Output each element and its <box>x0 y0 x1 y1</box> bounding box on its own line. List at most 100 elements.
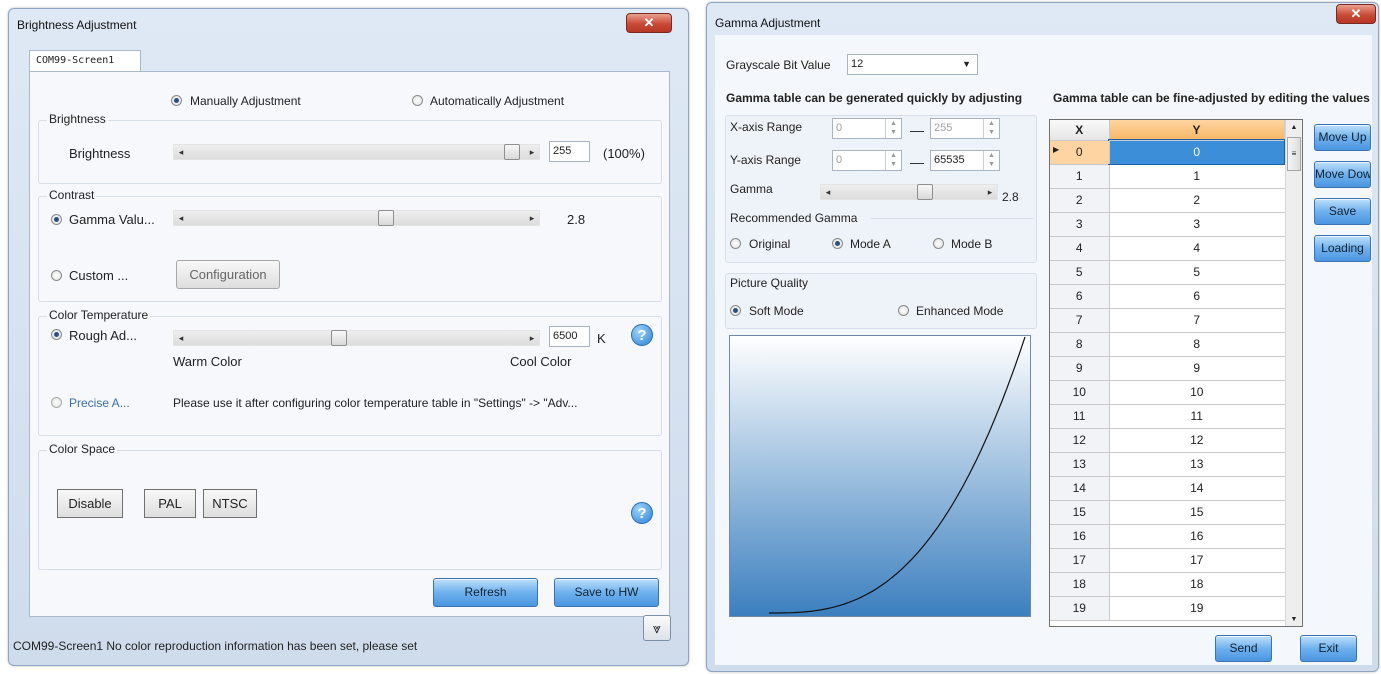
table-row[interactable]: ▶ 0 0 <box>1050 139 1302 165</box>
y-max-spinbox[interactable]: 65535 ▲ ▼ <box>930 150 1000 171</box>
x-cell[interactable]: 6 <box>1050 284 1110 309</box>
table-row[interactable]: 22 <box>1050 188 1302 213</box>
table-row[interactable]: 66 <box>1050 284 1302 309</box>
brightness-slider[interactable]: ◂ ▸ <box>173 144 540 160</box>
slider-left-arrow-icon[interactable]: ◂ <box>175 145 187 159</box>
table-row[interactable]: 99 <box>1050 356 1302 381</box>
table-vertical-scrollbar[interactable]: ▲ ≡ ▼ <box>1285 120 1302 626</box>
precise-adjustment-radio[interactable] <box>51 397 62 408</box>
y-cell[interactable]: 13 <box>1109 452 1284 477</box>
x-cell[interactable]: ▶ 0 <box>1050 140 1110 165</box>
y-cell[interactable]: 1 <box>1109 164 1284 189</box>
x-min-spinbox[interactable]: 0 ▲ ▼ <box>832 118 902 139</box>
gamma-slider-thumb[interactable] <box>378 210 394 226</box>
x-cell[interactable]: 13 <box>1050 452 1110 477</box>
slider-right-arrow-icon[interactable]: ▸ <box>526 211 538 225</box>
y-cell[interactable]: 0 <box>1108 139 1285 165</box>
scroll-down-arrow-icon[interactable]: ▼ <box>1286 612 1302 626</box>
custom-radio[interactable] <box>51 270 62 281</box>
y-cell[interactable]: 19 <box>1109 596 1284 621</box>
table-row[interactable]: 44 <box>1050 236 1302 261</box>
ntsc-button[interactable]: NTSC <box>203 489 257 518</box>
configuration-button[interactable]: Configuration <box>176 260 280 289</box>
y-cell[interactable]: 12 <box>1109 428 1284 453</box>
y-cell[interactable]: 11 <box>1109 404 1284 429</box>
x-cell[interactable]: 1 <box>1050 164 1110 189</box>
exit-button[interactable]: Exit <box>1300 635 1357 662</box>
y-cell[interactable]: 17 <box>1109 548 1284 573</box>
x-cell[interactable]: 19 <box>1050 596 1110 621</box>
x-cell[interactable]: 17 <box>1050 548 1110 573</box>
slider-right-arrow-icon[interactable]: ▸ <box>526 331 538 345</box>
y-cell[interactable]: 18 <box>1109 572 1284 597</box>
x-cell[interactable]: 12 <box>1050 428 1110 453</box>
x-cell[interactable]: 8 <box>1050 332 1110 357</box>
slider-left-arrow-icon[interactable]: ◂ <box>175 331 187 345</box>
scroll-up-arrow-icon[interactable]: ▲ <box>1286 120 1302 136</box>
table-row[interactable]: 18 18 <box>1050 572 1302 597</box>
enhanced-mode-radio[interactable] <box>898 305 909 316</box>
grayscale-bit-select[interactable]: 12 ▼ <box>847 54 978 75</box>
table-row[interactable]: 55 <box>1050 260 1302 285</box>
automatic-adjustment-radio[interactable] <box>412 95 423 106</box>
send-button[interactable]: Send <box>1215 635 1272 662</box>
x-cell[interactable]: 15 <box>1050 500 1110 525</box>
table-row[interactable]: 12 12 <box>1050 428 1302 453</box>
y-cell[interactable]: 16 <box>1109 524 1284 549</box>
color-temperature-input[interactable]: 6500 <box>549 326 590 347</box>
x-cell[interactable]: 16 <box>1050 524 1110 549</box>
column-header-y[interactable]: Y <box>1109 120 1285 141</box>
table-row[interactable]: 14 14 <box>1050 476 1302 501</box>
table-row[interactable]: 17 17 <box>1050 548 1302 573</box>
brightness-slider-thumb[interactable] <box>504 144 520 160</box>
table-row[interactable]: 15 15 <box>1050 500 1302 525</box>
x-cell[interactable]: 10 <box>1050 380 1110 405</box>
help-icon[interactable]: ? <box>631 502 653 524</box>
y-cell[interactable]: 10 <box>1109 380 1284 405</box>
expand-button[interactable]: ⩔ <box>643 615 671 641</box>
table-row[interactable]: 19 19 <box>1050 596 1302 621</box>
table-row[interactable]: 16 16 <box>1050 524 1302 549</box>
table-row[interactable]: 13 13 <box>1050 452 1302 477</box>
y-cell[interactable]: 14 <box>1109 476 1284 501</box>
x-cell[interactable]: 9 <box>1050 356 1110 381</box>
gamma-slider[interactable]: ◂ ▸ <box>173 210 540 226</box>
mode-a-radio[interactable] <box>832 238 843 249</box>
help-icon[interactable]: ? <box>631 324 653 346</box>
save-to-hw-button[interactable]: Save to HW <box>554 578 659 607</box>
move-up-button[interactable]: Move Up <box>1314 124 1371 151</box>
move-down-button[interactable]: Move Dowr <box>1314 161 1371 188</box>
y-cell[interactable]: 2 <box>1109 188 1284 213</box>
slider-right-arrow-icon[interactable]: ▸ <box>526 145 538 159</box>
pal-button[interactable]: PAL <box>144 489 196 518</box>
gamma-value-radio[interactable] <box>51 214 62 225</box>
y-cell[interactable]: 5 <box>1109 260 1284 285</box>
soft-mode-radio[interactable] <box>730 305 741 316</box>
y-cell[interactable]: 8 <box>1109 332 1284 357</box>
gamma-slider[interactable]: ◂ ▸ <box>820 184 998 200</box>
refresh-button[interactable]: Refresh <box>433 578 538 607</box>
disable-button[interactable]: Disable <box>57 489 123 518</box>
save-button[interactable]: Save <box>1314 198 1371 225</box>
scroll-thumb[interactable]: ≡ <box>1287 137 1301 171</box>
table-row[interactable]: 10 10 <box>1050 380 1302 405</box>
mode-b-radio[interactable] <box>933 238 944 249</box>
manual-adjustment-radio[interactable] <box>171 95 182 106</box>
rough-adjustment-radio[interactable] <box>51 329 62 340</box>
table-row[interactable]: 88 <box>1050 332 1302 357</box>
spinner-arrows-icon[interactable]: ▲ ▼ <box>885 119 901 138</box>
column-header-x[interactable]: X <box>1050 120 1110 141</box>
slider-left-arrow-icon[interactable]: ◂ <box>822 185 834 199</box>
gamma-slider-thumb[interactable] <box>917 184 933 200</box>
x-cell[interactable]: 14 <box>1050 476 1110 501</box>
gamma-table[interactable]: X Y ▶ 0 0 1 1 2 2 3 3 4 4 5 5 6 6 7 7 8 8 9 9 10 10 11 11 12 12 13 1… <box>1049 119 1303 627</box>
close-button[interactable]: ✕ <box>626 13 672 33</box>
tab-com99-screen1[interactable]: COM99-Screen1 <box>29 50 141 72</box>
spinner-arrows-icon[interactable]: ▲ ▼ <box>885 151 901 170</box>
close-button[interactable]: ✕ <box>1336 4 1376 24</box>
slider-left-arrow-icon[interactable]: ◂ <box>175 211 187 225</box>
x-cell[interactable]: 18 <box>1050 572 1110 597</box>
y-cell[interactable]: 15 <box>1109 500 1284 525</box>
color-temperature-slider-thumb[interactable] <box>331 330 347 346</box>
y-cell[interactable]: 3 <box>1109 212 1284 237</box>
